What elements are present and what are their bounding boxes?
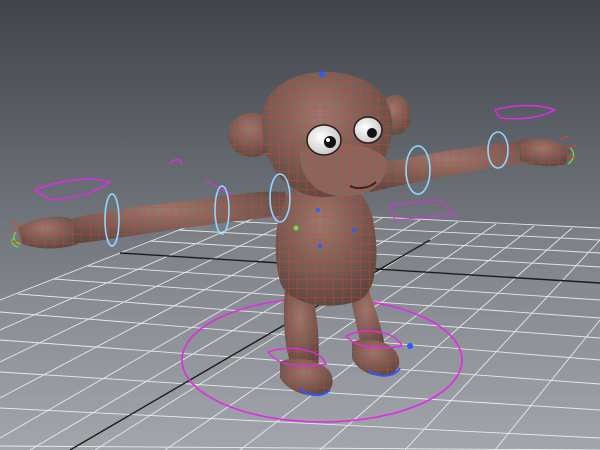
torso-mesh[interactable] — [275, 178, 377, 306]
left-eye — [306, 124, 342, 156]
3d-viewport[interactable] — [0, 0, 600, 450]
right-eye — [353, 116, 383, 144]
viewport-canvas[interactable] — [0, 0, 600, 450]
